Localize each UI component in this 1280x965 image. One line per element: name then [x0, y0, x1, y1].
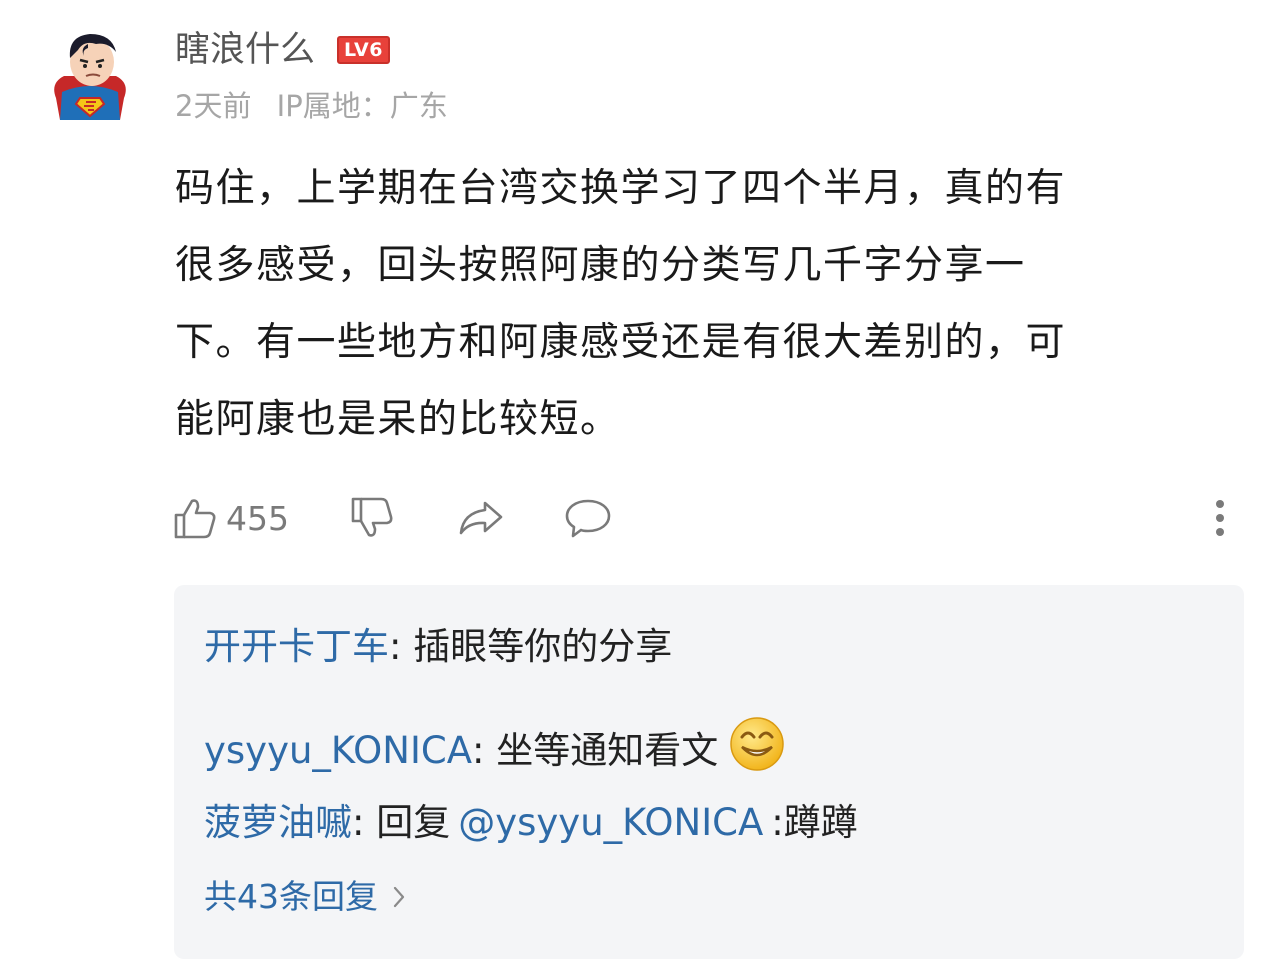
comment-meta: 2天前 IP属地：广东: [175, 86, 448, 126]
reply-text: 坐等通知看文: [496, 728, 719, 772]
content-line: 很多感受，回头按照阿康的分类写几千字分享一: [175, 243, 1026, 288]
comment-bubble-icon: [565, 499, 611, 538]
avatar[interactable]: [50, 28, 130, 120]
view-all-replies-link[interactable]: 共43条回复: [204, 875, 406, 919]
content-line: 能阿康也是呆的比较短。: [175, 397, 621, 442]
reply-separator: :: [352, 801, 377, 844]
comment-card: 瞎浪什么 LV6 2天前 IP属地：广东 码住，上学期在台湾交换学习了四个半月，…: [0, 0, 1280, 965]
like-count: 455: [226, 498, 289, 538]
reply-text: :蹲蹲: [771, 801, 858, 844]
reply-item[interactable]: 开开卡丁车 : 插眼等你的分享: [204, 622, 672, 672]
level-badge: LV6: [337, 36, 390, 64]
reply-button[interactable]: [563, 495, 613, 541]
more-vertical-icon: [1216, 500, 1224, 536]
comment-content: 码住，上学期在台湾交换学习了四个半月，真的有 很多感受，回头按照阿康的分类写几千…: [175, 150, 1195, 458]
content-line: 下。有一些地方和阿康感受还是有很大差别的，可: [175, 320, 1067, 365]
thumbs-down-icon: [351, 497, 393, 537]
replies-panel: 开开卡丁车 : 插眼等你的分享 ysyyu_KONICA : 坐等通知看文 菠萝…: [174, 585, 1244, 959]
share-button[interactable]: [457, 495, 505, 541]
more-replies-label: 共43条回复: [204, 877, 378, 916]
reply-separator: :: [472, 728, 497, 772]
more-options-button[interactable]: [1200, 494, 1240, 542]
reply-text: 插眼等你的分享: [413, 625, 673, 668]
share-icon: [459, 501, 503, 535]
ip-location: IP属地：广东: [276, 89, 448, 123]
dislike-button[interactable]: [349, 495, 395, 541]
reply-username[interactable]: 菠萝油嘁: [204, 798, 352, 848]
comment-actions: 455: [172, 490, 613, 546]
thumbs-up-icon: [174, 499, 216, 539]
reply-mention[interactable]: @ysyyu_KONICA: [458, 798, 763, 848]
superman-avatar-icon: [54, 34, 126, 120]
reply-username[interactable]: ysyyu_KONICA: [204, 726, 472, 776]
reply-separator: :: [389, 625, 414, 668]
smile-emoji-icon: [728, 715, 786, 786]
comment-time: 2天前: [175, 89, 252, 123]
reply-prefix: 回复: [376, 801, 451, 844]
comment-username-row: 瞎浪什么 LV6: [175, 28, 390, 72]
chevron-right-icon: [393, 886, 405, 908]
reply-item[interactable]: 菠萝油嘁 : 回复 @ysyyu_KONICA :蹲蹲: [204, 798, 858, 848]
like-button[interactable]: 455: [172, 495, 289, 541]
content-line: 码住，上学期在台湾交换学习了四个半月，真的有: [175, 166, 1067, 211]
reply-item[interactable]: ysyyu_KONICA : 坐等通知看文: [204, 715, 786, 786]
reply-username[interactable]: 开开卡丁车: [204, 622, 389, 672]
comment-username[interactable]: 瞎浪什么: [175, 28, 315, 72]
